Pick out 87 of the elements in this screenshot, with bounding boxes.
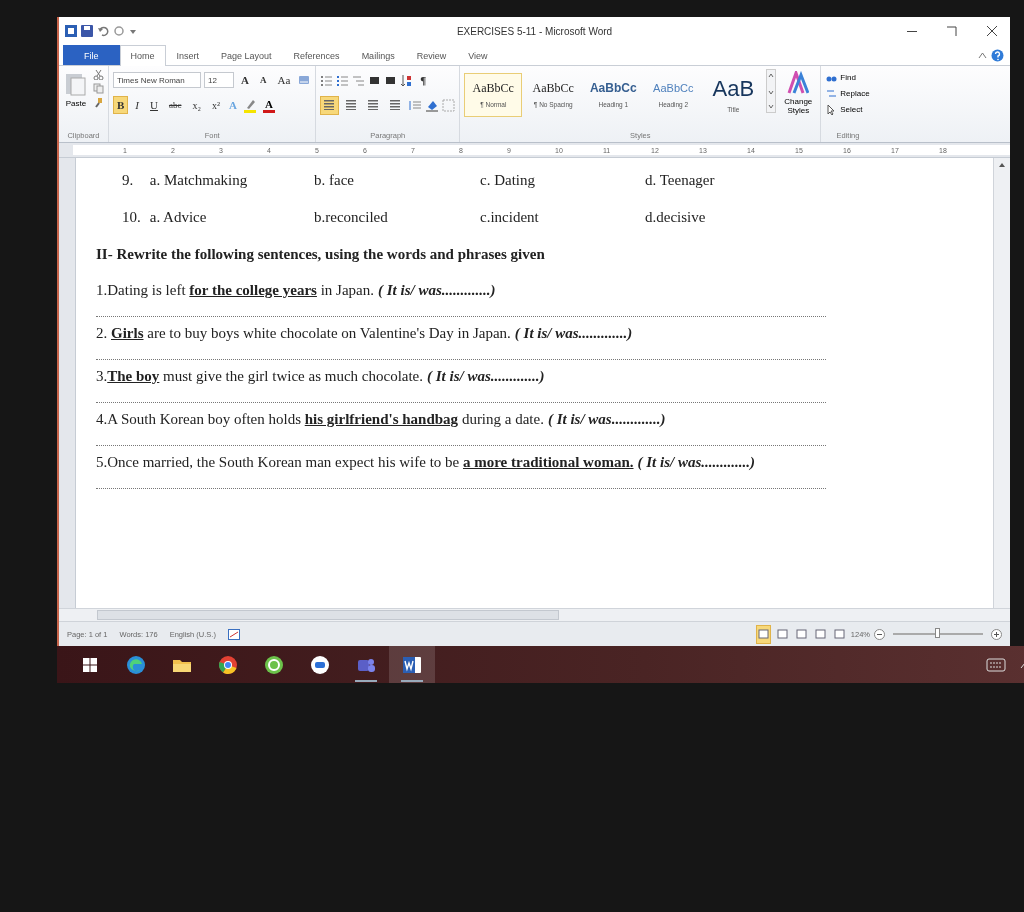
hint-text: ( It is/ was.............) [427,368,545,386]
browser-icon[interactable] [126,654,146,675]
answer-option: 9. a. Matchmaking [122,172,314,189]
format-button[interactable]: B [113,96,129,114]
zoom-in-icon[interactable] [991,628,1002,640]
ribbon-tab[interactable]: Home [119,45,166,66]
clipboard-icon[interactable] [65,71,87,97]
editing-button[interactable]: Select [825,103,871,116]
page-view-icon[interactable] [814,628,826,639]
align-button[interactable] [320,95,340,115]
exercise-sentence: 4.A South Korean boy often holds his girlfriend's handbag during a date. [96,411,544,429]
horizontal-scrollbar[interactable] [59,608,1010,621]
hint-text: ( It is/ was.............) [378,282,496,300]
bullets-icon[interactable] [320,73,334,87]
chevron-up-icon[interactable] [978,50,987,60]
app-icon[interactable] [65,25,77,37]
close-icon[interactable] [986,25,998,37]
editing-button[interactable]: Replace [825,87,871,100]
windows-icon[interactable] [82,656,98,673]
scroll-up-icon[interactable] [998,162,1006,168]
change-case-button[interactable]: Aa [273,71,295,89]
macro-icon[interactable] [227,628,240,640]
page-view-icon[interactable] [833,628,845,639]
page-view-icon[interactable] [776,628,788,639]
editing-button[interactable]: Find [825,71,871,84]
answer-option: c.incident [480,209,645,226]
zoom-out-icon[interactable] [874,628,885,640]
ribbon-tab[interactable]: View [457,45,499,65]
format-button[interactable]: x² [207,96,224,114]
shrink-font-button[interactable]: A [255,71,271,89]
format-button[interactable]: U [146,96,162,114]
ribbon-tab[interactable]: Mailings [350,45,406,65]
format-button[interactable]: abc [164,96,186,114]
ribbon-tab[interactable]: References [282,45,351,65]
answer-option: b.reconciled [314,209,480,226]
hint-text: ( It is/ was.............) [547,411,666,429]
brush-icon[interactable] [93,97,104,108]
hint-text: ( It is/ was.............) [514,325,633,343]
ribbon-tab[interactable]: File [63,45,120,65]
view-button[interactable] [755,624,771,644]
lines-icon[interactable] [389,97,403,110]
window-title: EXERCISES 5-11 - Microsoft Word [456,25,613,37]
answer-option: b. face [314,172,480,189]
refresh-icon[interactable] [264,654,284,675]
undo-icon[interactable] [97,25,109,37]
vertical-scrollbar[interactable] [993,158,1010,608]
redo-icon[interactable] [113,25,125,37]
ribbon-tab[interactable]: Page Layout [210,45,283,65]
format-button[interactable]: x₂ [188,96,205,114]
font-color-button[interactable]: A [260,97,277,113]
answer-option: d. Teenager [645,172,993,189]
save-icon[interactable] [81,25,93,37]
answer-option: 10. a. Advice [122,209,314,226]
answer-option: d.decisive [645,209,993,226]
paste-button[interactable]: Paste [63,69,89,131]
exercise-sentence: 2. Girls are to buy boys white chocolate on Valentine's Day in Japan. [96,325,511,343]
numbering-icon[interactable] [336,73,350,87]
answer-option: c. Dating [480,172,645,189]
scissors-icon[interactable] [93,69,104,80]
grow-font-button[interactable]: A [237,71,253,89]
keyboard-icon[interactable] [986,657,1006,672]
page-view-icon[interactable] [795,628,807,639]
show-marks-button[interactable]: ¶ [416,70,431,90]
exercise-sentence: 5.Once married, the South Korean man expect his wife to be a more traditional woman. [96,454,634,472]
gallery-scroll-icon[interactable] [766,69,777,113]
hint-text: ( It is/ was.............) [637,454,756,472]
font-size-field[interactable]: 12 [204,72,234,88]
exercise-sentence: 3.The boy must give the girl twice as much chocolate. [96,368,424,386]
change-styles-button[interactable]: Change Styles [780,69,817,131]
multilevel-list-icon[interactable] [352,73,366,87]
section-heading: II- Rewrite the following sentences, using the words and phrases given [96,246,545,262]
ribbon-tab[interactable]: Insert [165,45,211,65]
chat-icon[interactable] [310,654,330,675]
change-styles-icon[interactable] [787,71,810,95]
font-name-field[interactable]: Times New Roman [113,72,201,88]
lines-icon[interactable] [345,97,359,110]
ribbon-tab[interactable]: Review [405,45,458,65]
lines-icon[interactable] [323,97,337,110]
lines-icon[interactable] [367,97,381,110]
maximize-icon[interactable] [946,25,958,37]
help-icon[interactable] [991,48,1004,62]
document-icon[interactable] [402,655,422,674]
page-view-icon[interactable] [757,628,769,639]
format-button[interactable]: I [131,96,143,114]
exercise-sentence: 1.Dating is left for the college years in Japan. [96,282,374,300]
sort-icon[interactable] [400,73,414,87]
browser-icon[interactable] [218,654,238,675]
